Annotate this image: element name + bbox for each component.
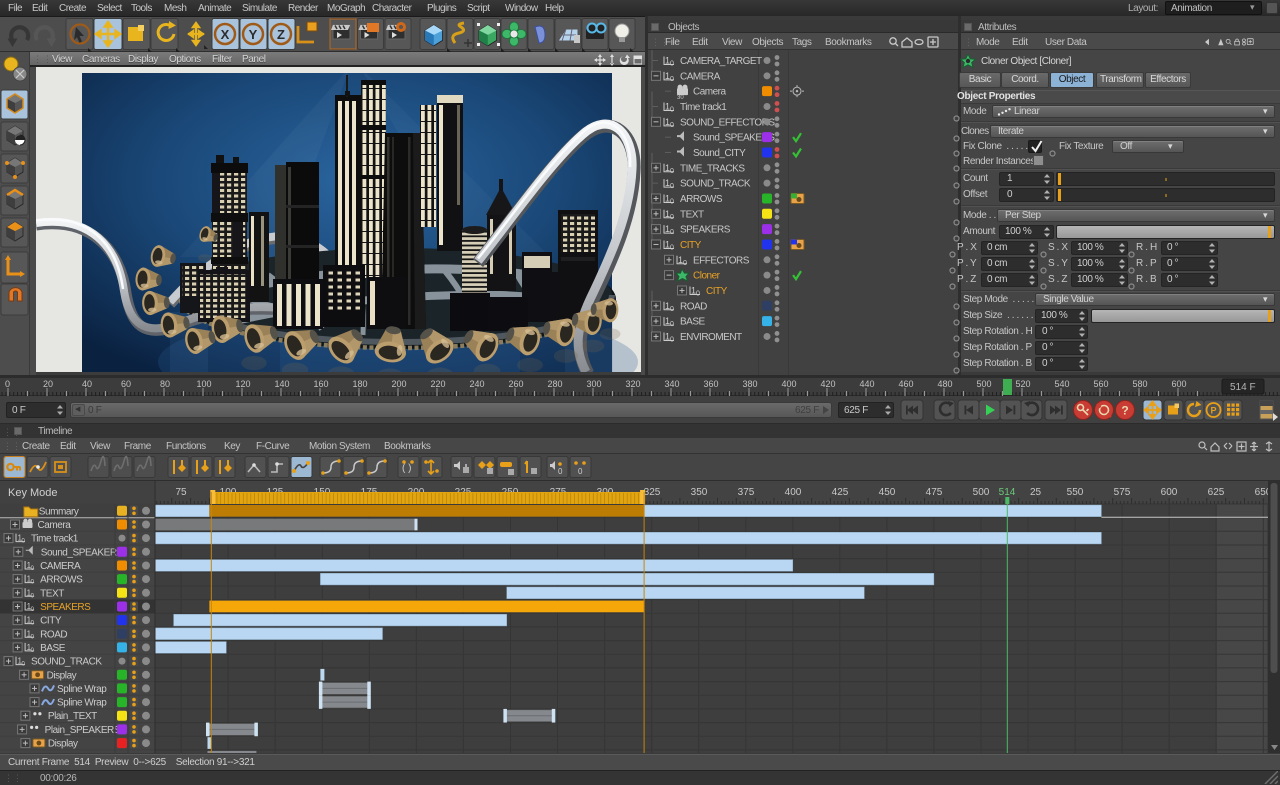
svg-text:Sound_CITY: Sound_CITY	[693, 148, 746, 159]
svg-text:400: 400	[785, 487, 802, 498]
svg-text:475: 475	[926, 487, 943, 498]
svg-text:280: 280	[547, 379, 562, 389]
svg-text:575: 575	[1114, 487, 1131, 498]
svg-text:220: 220	[430, 379, 445, 389]
svg-text:X: X	[221, 27, 230, 42]
svg-text:EFFECTORS: EFFECTORS	[693, 255, 750, 266]
svg-text:?: ?	[1121, 404, 1128, 418]
svg-text:80: 80	[160, 379, 170, 389]
svg-text:CITY: CITY	[40, 616, 62, 627]
svg-text:Plain_TEXT: Plain_TEXT	[48, 711, 97, 722]
svg-text:425: 425	[832, 487, 849, 498]
svg-text:60: 60	[121, 379, 131, 389]
svg-text:BASE: BASE	[40, 643, 66, 654]
svg-text:520: 520	[1015, 379, 1030, 389]
svg-text:Z: Z	[277, 27, 285, 42]
svg-text:SOUND_EFFECTORS: SOUND_EFFECTORS	[680, 117, 775, 128]
svg-text:514: 514	[999, 487, 1016, 498]
svg-text:Display: Display	[48, 739, 78, 750]
svg-text:340: 340	[664, 379, 679, 389]
svg-text:SPEAKERS: SPEAKERS	[680, 225, 731, 236]
svg-text:0: 0	[5, 379, 10, 389]
svg-text:240: 240	[469, 379, 484, 389]
svg-text:CITY: CITY	[706, 286, 728, 297]
svg-text:180: 180	[352, 379, 367, 389]
svg-text:380: 380	[742, 379, 757, 389]
svg-text:CITY: CITY	[680, 240, 702, 251]
svg-text:260: 260	[508, 379, 523, 389]
svg-text:20: 20	[43, 379, 53, 389]
svg-text:Time track1: Time track1	[31, 534, 79, 545]
svg-text:Time track1: Time track1	[680, 102, 727, 113]
svg-text:325: 325	[644, 487, 661, 498]
svg-text:100: 100	[196, 379, 211, 389]
svg-text:0: 0	[578, 467, 583, 476]
svg-text:Display: Display	[47, 670, 77, 681]
svg-text:440: 440	[859, 379, 874, 389]
svg-text:460: 460	[898, 379, 913, 389]
svg-text:480: 480	[937, 379, 952, 389]
svg-text:Key Mode: Key Mode	[8, 487, 58, 499]
svg-text:0: 0	[683, 260, 687, 267]
svg-text:TIME_TRACKS: TIME_TRACKS	[680, 163, 745, 174]
svg-text:25: 25	[1030, 487, 1042, 498]
svg-text:Camera: Camera	[38, 520, 72, 531]
svg-text:SOUND_TRACK: SOUND_TRACK	[680, 179, 751, 190]
svg-text:ROAD: ROAD	[680, 301, 707, 312]
svg-text:BASE: BASE	[680, 317, 706, 328]
svg-text:SOUND_TRACK: SOUND_TRACK	[31, 657, 102, 668]
svg-text:600: 600	[1171, 379, 1186, 389]
svg-text:580: 580	[1132, 379, 1147, 389]
svg-text:514 F: 514 F	[1230, 382, 1256, 393]
svg-text:Camera: Camera	[693, 87, 727, 98]
svg-text:120: 120	[235, 379, 250, 389]
svg-text:600: 600	[1161, 487, 1178, 498]
svg-text:ARROWS: ARROWS	[680, 194, 723, 205]
svg-text:200: 200	[391, 379, 406, 389]
svg-text:( ): ( )	[402, 463, 411, 474]
svg-text:560: 560	[1093, 379, 1108, 389]
svg-text:550: 550	[1067, 487, 1084, 498]
svg-text:30: 30	[677, 95, 684, 101]
svg-text:ARROWS: ARROWS	[40, 575, 83, 586]
svg-text:300: 300	[586, 379, 601, 389]
svg-text:Cloner: Cloner	[693, 271, 721, 282]
svg-text:625: 625	[1208, 487, 1225, 498]
svg-text:500: 500	[973, 487, 990, 498]
svg-text:0: 0	[558, 467, 563, 476]
svg-text:40: 40	[82, 379, 92, 389]
svg-text:CAMERA: CAMERA	[40, 561, 81, 572]
svg-text:ROAD: ROAD	[40, 629, 67, 640]
svg-text:CAMERA_TARGET: CAMERA_TARGET	[680, 56, 762, 67]
svg-text:450: 450	[879, 487, 896, 498]
svg-text:P: P	[1210, 406, 1216, 416]
svg-text:420: 420	[820, 379, 835, 389]
svg-text:375: 375	[738, 487, 755, 498]
svg-text:Spline Wrap: Spline Wrap	[57, 698, 107, 709]
svg-text:Sound_SPEAKERS: Sound_SPEAKERS	[41, 547, 124, 558]
svg-text:Y: Y	[249, 27, 258, 42]
svg-text:350: 350	[691, 487, 708, 498]
svg-text:ENVIROMENT: ENVIROMENT	[680, 332, 742, 343]
svg-text:400: 400	[781, 379, 796, 389]
svg-text:360: 360	[703, 379, 718, 389]
svg-text:540: 540	[1054, 379, 1069, 389]
svg-text:160: 160	[313, 379, 328, 389]
svg-text:TEXT: TEXT	[40, 588, 64, 599]
svg-text:Spline Wrap: Spline Wrap	[57, 684, 107, 695]
svg-text:320: 320	[625, 379, 640, 389]
svg-text:500: 500	[976, 379, 991, 389]
svg-text:Plain_SPEAKERS: Plain_SPEAKERS	[45, 725, 121, 736]
svg-text:140: 140	[274, 379, 289, 389]
svg-text:Summary: Summary	[39, 506, 79, 517]
svg-text:75: 75	[175, 487, 187, 498]
svg-text:CAMERA: CAMERA	[680, 71, 721, 82]
svg-text:SPEAKERS: SPEAKERS	[40, 602, 91, 613]
svg-text:TEXT: TEXT	[680, 209, 704, 220]
